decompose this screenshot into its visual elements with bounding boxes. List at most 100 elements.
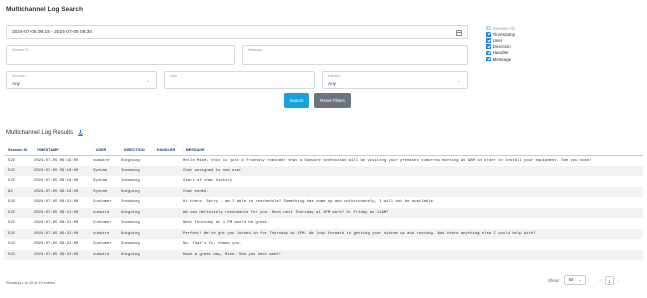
page-size-control: Show: 50 ⌄ — [548, 275, 586, 285]
table-cell: Outgoing — [117, 228, 150, 239]
column-toggle[interactable]: Direction — [486, 44, 515, 50]
table-cell: Incoming — [121, 221, 140, 226]
table-cell: 522 — [8, 158, 16, 163]
column-toggle-label: User — [492, 37, 503, 43]
table-cell: Next Thursday at 1 PM would be great. — [183, 221, 270, 226]
results-header: Multichannel Log Results — [6, 130, 84, 136]
column-toggle-label: Handler — [492, 50, 509, 56]
table-cell: Hello Mike, this is just a friendly remi… — [183, 158, 592, 163]
session-id-label: Session ID — [12, 48, 29, 52]
table-cell: System — [89, 186, 117, 197]
sort-icon: ↕ — [183, 148, 185, 153]
column-header-label: DIRECTION — [123, 148, 145, 153]
table-cell: System — [93, 179, 108, 184]
table-row: 522 2024-07-05 09:22:00 sunwire Outgoing Hav… — [4, 249, 643, 260]
table-cell: sunwire — [89, 249, 117, 260]
reset-filters-button[interactable]: Reset Filters — [314, 93, 351, 108]
table-cell: 2024-07-05 09:19:00 — [34, 179, 79, 184]
table-cell: 522 — [4, 249, 30, 260]
prev-page-button[interactable]: < — [596, 276, 605, 285]
table-row: 92 2024-07-05 09:19:00 System Outgoing Chat … — [4, 186, 643, 197]
chevron-down-icon: ⌄ — [457, 78, 461, 83]
checkbox-icon[interactable] — [486, 31, 491, 37]
table-cell: sunwire — [89, 228, 117, 239]
column-toggle[interactable]: Timestamp — [486, 31, 515, 37]
table-cell: Chat ended. — [179, 186, 643, 197]
column-header[interactable]: ↕HANDLER — [150, 146, 179, 156]
table-cell: Customer — [93, 200, 112, 205]
handler-label: Handler — [328, 74, 340, 78]
results-table: Session ID ↑TIMESTAMP ↕USER ↕DIRECTION ↕HAND… — [4, 146, 643, 260]
pagination: < 1 > — [596, 276, 623, 285]
message-input[interactable]: Message — [242, 45, 468, 65]
user-input[interactable]: User — [164, 71, 315, 89]
table-cell — [150, 228, 179, 239]
table-cell: Outgoing — [117, 249, 150, 260]
table-cell: Incoming — [121, 200, 140, 205]
table-cell: Incoming — [117, 165, 150, 176]
table-cell: Hi there. Sorry - am I able to reschedul… — [183, 200, 436, 205]
table-cell: 522 — [8, 200, 16, 205]
table-cell — [150, 207, 179, 218]
table-cell: Outgoing — [117, 186, 150, 197]
download-icon[interactable] — [78, 130, 84, 136]
table-cell: 92 — [4, 186, 30, 197]
table-cell: 522 — [4, 228, 30, 239]
table-row: 522 2024-07-05 09:19:00 sunwire Outgoing Hel… — [4, 155, 643, 166]
message-label: Message — [248, 48, 262, 52]
table-row: 522 2024-07-05 09:22:00 Customer Incoming Ne… — [4, 218, 643, 229]
table-row: 522 2024-07-05 09:21:00 Customer Incoming Hi… — [4, 197, 643, 208]
handler-select[interactable]: Handler Any ⌄ — [322, 71, 468, 89]
table-cell: 522 — [8, 179, 16, 184]
page-button-1[interactable]: 1 — [605, 276, 614, 285]
next-page-button[interactable]: > — [614, 276, 623, 285]
column-header[interactable]: Session ID — [4, 146, 30, 156]
table-cell: 522 — [4, 207, 30, 218]
column-header-label: HANDLER — [156, 148, 176, 153]
page-size-value: 50 — [568, 277, 574, 282]
table-cell: Incoming — [121, 179, 140, 184]
page-size-select[interactable]: 50 ⌄ — [563, 275, 586, 285]
column-header[interactable]: ↕MESSAGE — [179, 146, 643, 156]
calendar-icon[interactable] — [456, 29, 462, 36]
column-header-label: TIMESTAMP — [36, 148, 59, 153]
column-header[interactable]: ↕USER — [89, 146, 117, 156]
handler-value: Any — [328, 81, 336, 86]
direction-label: Direction — [12, 74, 26, 78]
chevron-down-icon: ⌄ — [146, 78, 150, 83]
session-id-input[interactable]: Session ID — [6, 45, 235, 65]
column-header-label: USER — [95, 148, 107, 153]
column-toggle-label: Message — [492, 56, 512, 62]
checkbox-icon — [486, 25, 491, 31]
table-cell: 2024-07-05 09:22:00 — [34, 221, 79, 226]
direction-value: Any — [12, 81, 20, 86]
page-title: Multichannel Log Search — [6, 6, 83, 13]
table-cell: 2024-07-05 09:22:00 — [30, 249, 89, 260]
table-cell: Outgoing — [117, 207, 150, 218]
table-row: 522 2024-07-05 09:21:00 sunwire Outgoing We … — [4, 207, 643, 218]
checkbox-icon[interactable] — [486, 56, 491, 62]
column-header[interactable]: ↕DIRECTION — [117, 146, 150, 156]
table-cell — [150, 155, 179, 166]
search-button[interactable]: Search — [284, 93, 309, 108]
checkbox-icon[interactable] — [486, 50, 491, 56]
table-cell — [150, 186, 179, 197]
table-cell: 2024-07-05 09:22:00 — [34, 242, 79, 247]
table-cell — [150, 218, 179, 229]
column-toggle-list: Session ID Timestamp User Direction Handler M… — [486, 25, 515, 62]
table-cell: 522 — [4, 165, 30, 176]
table-row: 522 2024-07-05 09:22:00 sunwire Outgoing Per… — [4, 228, 643, 239]
date-range-input[interactable]: 2024-07-05 09:18 - 2024-07-05 09:30 — [6, 25, 468, 39]
sort-icon: ↕ — [93, 148, 95, 153]
column-toggle-label: Timestamp — [492, 31, 516, 37]
checkbox-icon[interactable] — [486, 44, 491, 49]
column-header[interactable]: ↑TIMESTAMP — [30, 146, 89, 156]
column-toggle-label: Direction — [492, 44, 511, 50]
sort-icon: ↑ — [34, 148, 36, 153]
direction-select[interactable]: Direction Any ⌄ — [6, 71, 157, 89]
table-cell: No. That's it, thank you. — [183, 242, 242, 247]
checkbox-icon[interactable] — [486, 38, 491, 43]
column-toggle[interactable]: Message — [486, 56, 515, 62]
user-label: User — [170, 74, 178, 78]
table-cell: System — [89, 165, 117, 176]
